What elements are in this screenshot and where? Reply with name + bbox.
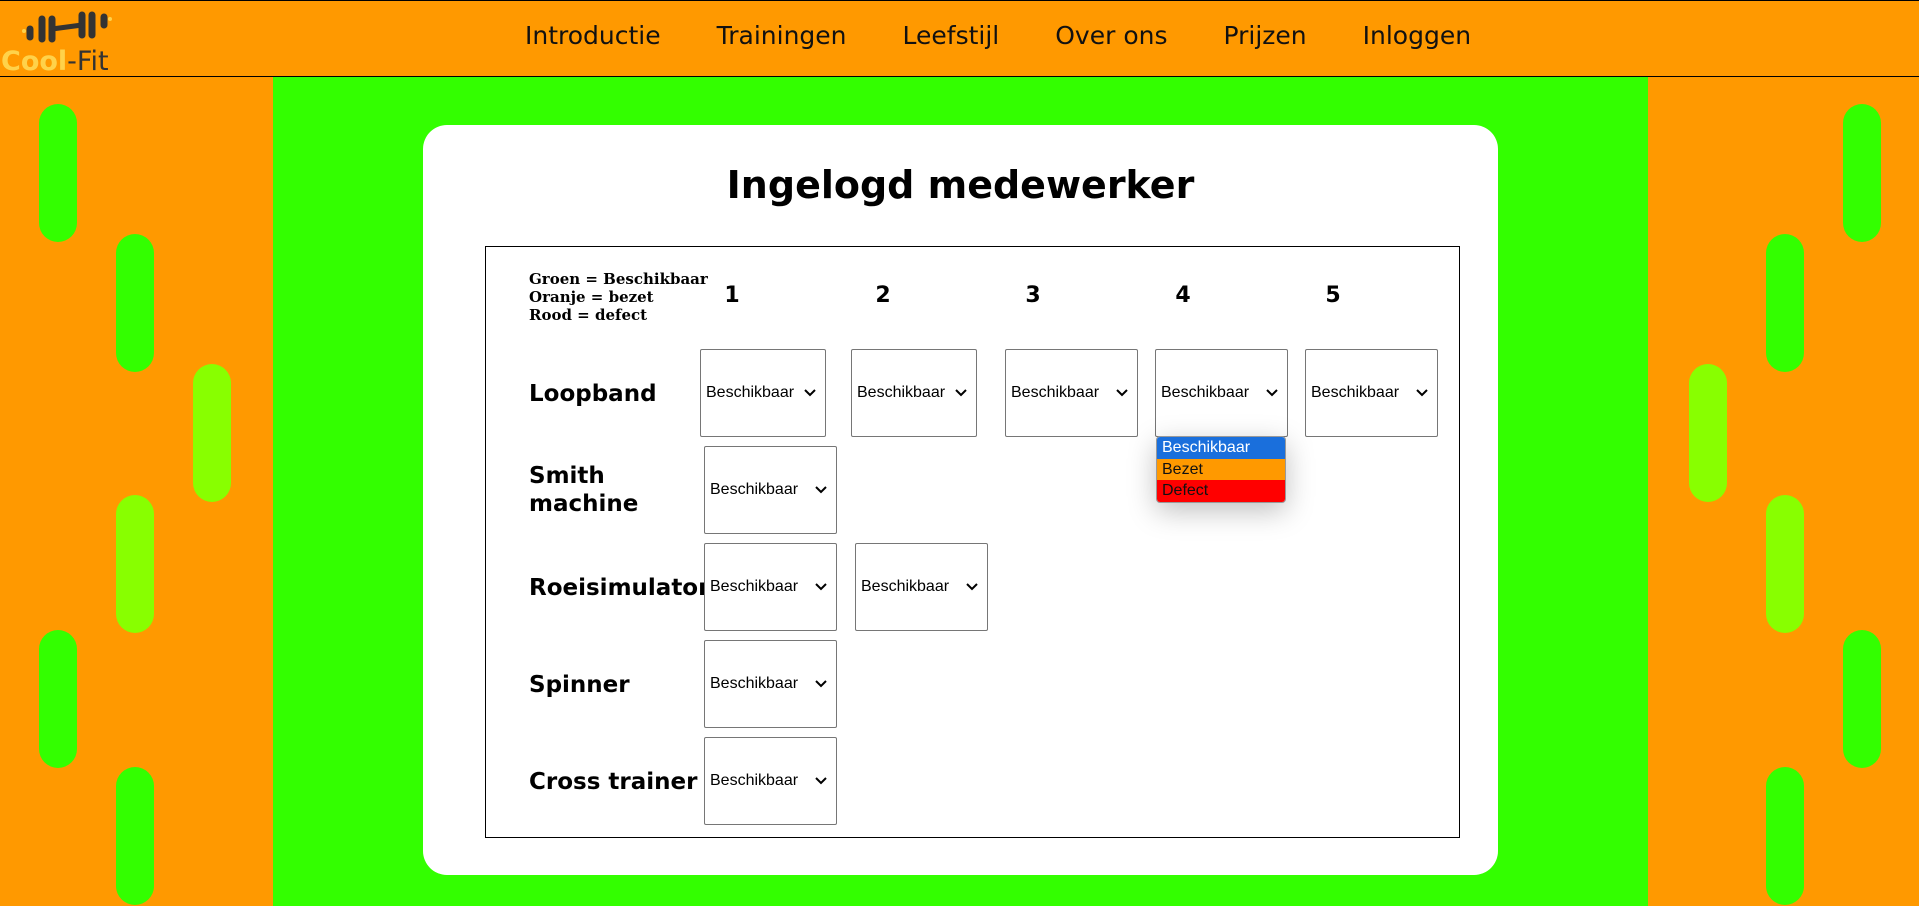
nav-trainingen[interactable]: Trainingen [717, 19, 847, 53]
status-select-smith-machine-1[interactable]: Beschikbaar [704, 446, 837, 534]
decor-pill [39, 630, 77, 768]
decor-pill [1843, 104, 1881, 242]
right-decoration-panel [1648, 77, 1919, 906]
select-value: Beschikbaar [706, 384, 795, 401]
status-select-loopband-4[interactable]: Beschikbaar [1155, 349, 1288, 437]
chevron-down-icon [815, 486, 827, 494]
status-dropdown-list: Beschikbaar Bezet Defect [1156, 436, 1286, 503]
option-beschikbaar[interactable]: Beschikbaar [1157, 437, 1285, 459]
row-label-line: Loopband [529, 381, 657, 407]
main-nav: Introductie Trainingen Leefstijl Over on… [525, 19, 1527, 53]
decor-pill [1766, 767, 1804, 905]
dumbbell-icon [22, 11, 112, 43]
column-header-1: 1 [724, 283, 740, 308]
nav-leefstijl[interactable]: Leefstijl [903, 19, 1000, 53]
select-value: Beschikbaar [710, 772, 799, 789]
row-label-line: Cross trainer [529, 769, 698, 795]
nav-introductie[interactable]: Introductie [525, 19, 661, 53]
chevron-down-icon [1116, 389, 1128, 397]
nav-inloggen[interactable]: Inloggen [1363, 19, 1471, 53]
select-value: Beschikbaar [1161, 384, 1250, 401]
option-defect[interactable]: Defect [1157, 480, 1285, 502]
column-header-3: 3 [1025, 283, 1041, 308]
status-select-roeisimulator-2[interactable]: Beschikbaar [855, 543, 988, 631]
chevron-down-icon [1266, 389, 1278, 397]
row-label-cross-trainer: Cross trainer [529, 768, 697, 796]
row-label-line: Smith [529, 463, 605, 489]
select-value: Beschikbaar [710, 675, 799, 692]
logo-text-fit: -Fit [67, 46, 109, 77]
logo[interactable]: Cool-Fit [0, 5, 120, 77]
decor-pill [1843, 630, 1881, 768]
status-select-cross-trainer-1[interactable]: Beschikbaar [704, 737, 837, 825]
left-decoration-panel [0, 77, 273, 906]
status-select-roeisimulator-1[interactable]: Beschikbaar [704, 543, 837, 631]
chevron-down-icon [815, 777, 827, 785]
decor-pill [116, 495, 154, 633]
chevron-down-icon [1416, 389, 1428, 397]
main-card: Ingelogd medewerker Groen = Beschikbaar … [423, 125, 1498, 875]
decor-pill [116, 767, 154, 905]
option-bezet[interactable]: Bezet [1157, 458, 1285, 480]
row-label-line: machine [529, 491, 639, 517]
legend-line: Groen = Beschikbaar [529, 270, 708, 288]
decor-pill [39, 104, 77, 242]
chevron-down-icon [966, 583, 978, 591]
decor-pill [193, 364, 231, 502]
column-header-5: 5 [1325, 283, 1341, 308]
nav-over-ons[interactable]: Over ons [1055, 19, 1167, 53]
logo-text-cool: Cool [1, 46, 68, 77]
chevron-down-icon [804, 389, 816, 397]
legend-line: Oranje = bezet [529, 288, 654, 306]
decor-pill [1766, 495, 1804, 633]
status-select-spinner-1[interactable]: Beschikbaar [704, 640, 837, 728]
decor-pill [1689, 364, 1727, 502]
column-header-4: 4 [1175, 283, 1191, 308]
select-value: Beschikbaar [710, 578, 799, 595]
legend-line: Rood = defect [529, 306, 648, 324]
chevron-down-icon [815, 583, 827, 591]
color-legend: Groen = Beschikbaar Oranje = bezet Rood … [529, 270, 708, 324]
row-label-spinner: Spinner [529, 671, 630, 699]
decor-pill [116, 234, 154, 372]
chevron-down-icon [815, 680, 827, 688]
row-label-loopband: Loopband [529, 380, 657, 408]
row-label-smith-machine: Smith machine [529, 462, 638, 518]
select-value: Beschikbaar [1011, 384, 1100, 401]
page-title: Ingelogd medewerker [726, 163, 1195, 207]
status-select-loopband-5[interactable]: Beschikbaar [1305, 349, 1438, 437]
row-label-roeisimulator: Roeisimulator [529, 574, 709, 602]
equipment-status-grid: Groen = Beschikbaar Oranje = bezet Rood … [485, 246, 1460, 838]
chevron-down-icon [955, 389, 967, 397]
top-header: Cool-Fit Introductie Trainingen Leefstij… [0, 0, 1919, 77]
select-value: Beschikbaar [861, 578, 950, 595]
select-value: Beschikbaar [710, 481, 799, 498]
decor-pill [1766, 234, 1804, 372]
status-select-loopband-1[interactable]: Beschikbaar [700, 349, 826, 437]
status-select-loopband-2[interactable]: Beschikbaar [851, 349, 977, 437]
status-select-loopband-3[interactable]: Beschikbaar [1005, 349, 1138, 437]
row-label-line: Spinner [529, 672, 630, 698]
select-value: Beschikbaar [1311, 384, 1400, 401]
column-header-2: 2 [875, 283, 891, 308]
row-label-line: Roeisimulator [529, 575, 710, 601]
select-value: Beschikbaar [857, 384, 946, 401]
nav-prijzen[interactable]: Prijzen [1223, 19, 1306, 53]
